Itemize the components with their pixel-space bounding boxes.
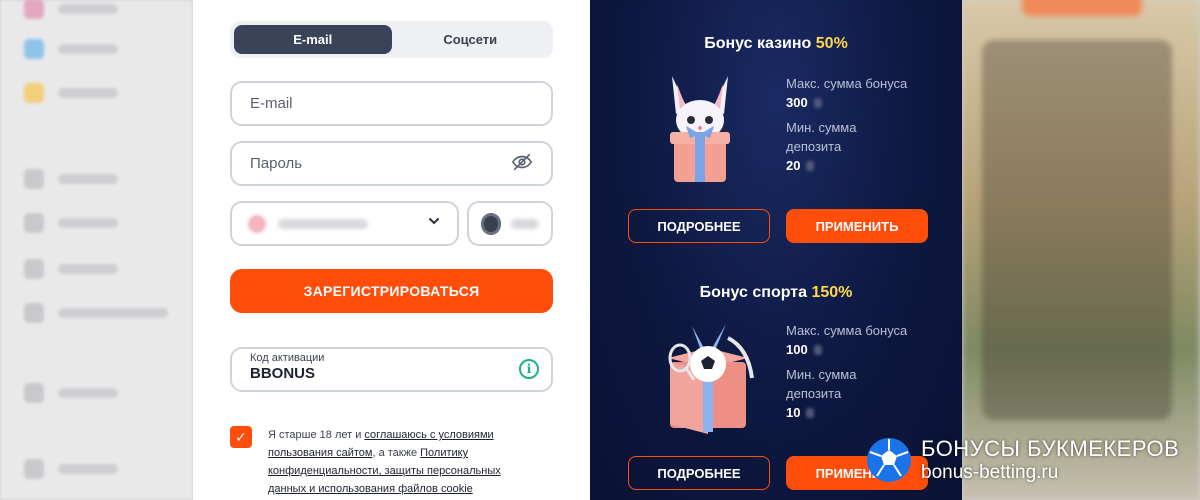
- casino-bonus-details: Макс. сумма бонуса 300 Мин. сумма депози…: [786, 74, 907, 181]
- background-sidebar: [0, 0, 193, 500]
- sidebar-item: [24, 213, 118, 233]
- country-select[interactable]: [230, 201, 459, 246]
- casino-min-amount: 20: [786, 158, 801, 173]
- promo-code-field[interactable]: Код активации BBONUS i: [230, 347, 553, 392]
- register-button[interactable]: ЗАРЕГИСТРИРОВАТЬСЯ: [230, 269, 553, 313]
- sidebar-item: [24, 383, 118, 403]
- currency-symbol-blurred: [813, 344, 822, 355]
- watermark-text: БОНУСЫ БУКМЕКЕРОВ bonus-betting.ru: [921, 436, 1179, 484]
- terms-agreement: ✓ Я старше 18 лет и соглашаюсь с условия…: [230, 426, 530, 498]
- casino-bonus-title: Бонус казино 50%: [590, 35, 962, 53]
- sport-more-button[interactable]: ПОДРОБНЕЕ: [628, 456, 770, 490]
- password-field[interactable]: Пароль: [230, 141, 553, 186]
- casino-bonus-title-text: Бонус казино: [704, 35, 812, 52]
- sport-max-amount: 100: [786, 342, 808, 357]
- terms-text-part: , а также: [372, 447, 421, 459]
- sport-max-label: Макс. сумма бонуса: [786, 323, 908, 338]
- background-content: [962, 0, 1200, 500]
- currency-coin-icon: [481, 212, 502, 235]
- terms-text-part: Я старше 18 лет и: [268, 429, 365, 441]
- sidebar-item: [24, 303, 168, 323]
- currency-symbol-blurred: [813, 97, 822, 108]
- currency-select[interactable]: [467, 201, 553, 246]
- email-field[interactable]: E-mail: [230, 81, 553, 126]
- sport-min-label: Мин. сумма депозита: [786, 367, 857, 401]
- sport-max-value: 100: [786, 340, 907, 359]
- sidebar-item: [24, 169, 118, 189]
- sidebar-item: [24, 39, 118, 59]
- currency-value-blurred: [511, 218, 539, 229]
- registration-tabs: E-mail Соцсети: [230, 21, 553, 58]
- bonus-panel: Бонус казино 50% Макс. сумма бонуса 300 …: [590, 0, 962, 500]
- currency-symbol-blurred: [806, 160, 815, 171]
- sidebar-item: [24, 459, 118, 479]
- watermark-line1: БОНУСЫ БУКМЕКЕРОВ: [921, 436, 1180, 461]
- flag-icon: [248, 214, 266, 233]
- country-value-blurred: [278, 218, 368, 229]
- sport-gift-illustration: [668, 324, 754, 434]
- tab-email[interactable]: E-mail: [234, 25, 392, 54]
- sport-bonus-title: Бонус спорта 150%: [590, 284, 962, 302]
- sidebar-item: [24, 0, 118, 19]
- sidebar-item: [24, 259, 118, 279]
- casino-max-value: 300: [786, 93, 907, 112]
- casino-max-amount: 300: [786, 95, 808, 110]
- tab-social[interactable]: Соцсети: [392, 25, 550, 54]
- eye-off-icon[interactable]: [511, 151, 533, 177]
- casino-more-button[interactable]: ПОДРОБНЕЕ: [628, 209, 770, 243]
- chevron-down-icon: [427, 214, 441, 233]
- casino-max-label: Макс. сумма бонуса: [786, 76, 908, 91]
- watermark: БОНУСЫ БУКМЕКЕРОВ bonus-betting.ru: [865, 430, 1200, 490]
- soccer-ball-icon: [867, 438, 911, 482]
- sport-min-value: 10: [786, 403, 907, 422]
- sport-bonus-percent: 150%: [811, 284, 853, 301]
- promo-code-value: BBONUS: [250, 365, 316, 382]
- sidebar-item: [24, 83, 118, 103]
- currency-symbol-blurred: [806, 407, 815, 418]
- sport-bonus-details: Макс. сумма бонуса 100 Мин. сумма депози…: [786, 321, 907, 428]
- watermark-line2: bonus-betting.ru: [921, 462, 1059, 483]
- casino-apply-button[interactable]: ПРИМЕНИТЬ: [786, 209, 928, 243]
- casino-bonus-percent: 50%: [815, 35, 848, 52]
- info-icon[interactable]: i: [519, 359, 539, 379]
- terms-checkbox[interactable]: ✓: [230, 426, 252, 448]
- sport-min-amount: 10: [786, 405, 801, 420]
- promo-code-label: Код активации: [250, 352, 325, 364]
- casino-min-value: 20: [786, 156, 907, 175]
- locale-row: [230, 201, 553, 246]
- registration-form: E-mail Соцсети E-mail Пароль ЗАРЕГИСТРИР…: [193, 0, 590, 500]
- fox-gift-illustration: [670, 76, 730, 182]
- email-placeholder: E-mail: [250, 95, 293, 112]
- sport-bonus-title-text: Бонус спорта: [699, 284, 808, 301]
- password-placeholder: Пароль: [250, 155, 303, 172]
- terms-text: Я старше 18 лет и соглашаюсь с условиями…: [268, 426, 530, 498]
- casino-min-label: Мин. сумма депозита: [786, 120, 857, 154]
